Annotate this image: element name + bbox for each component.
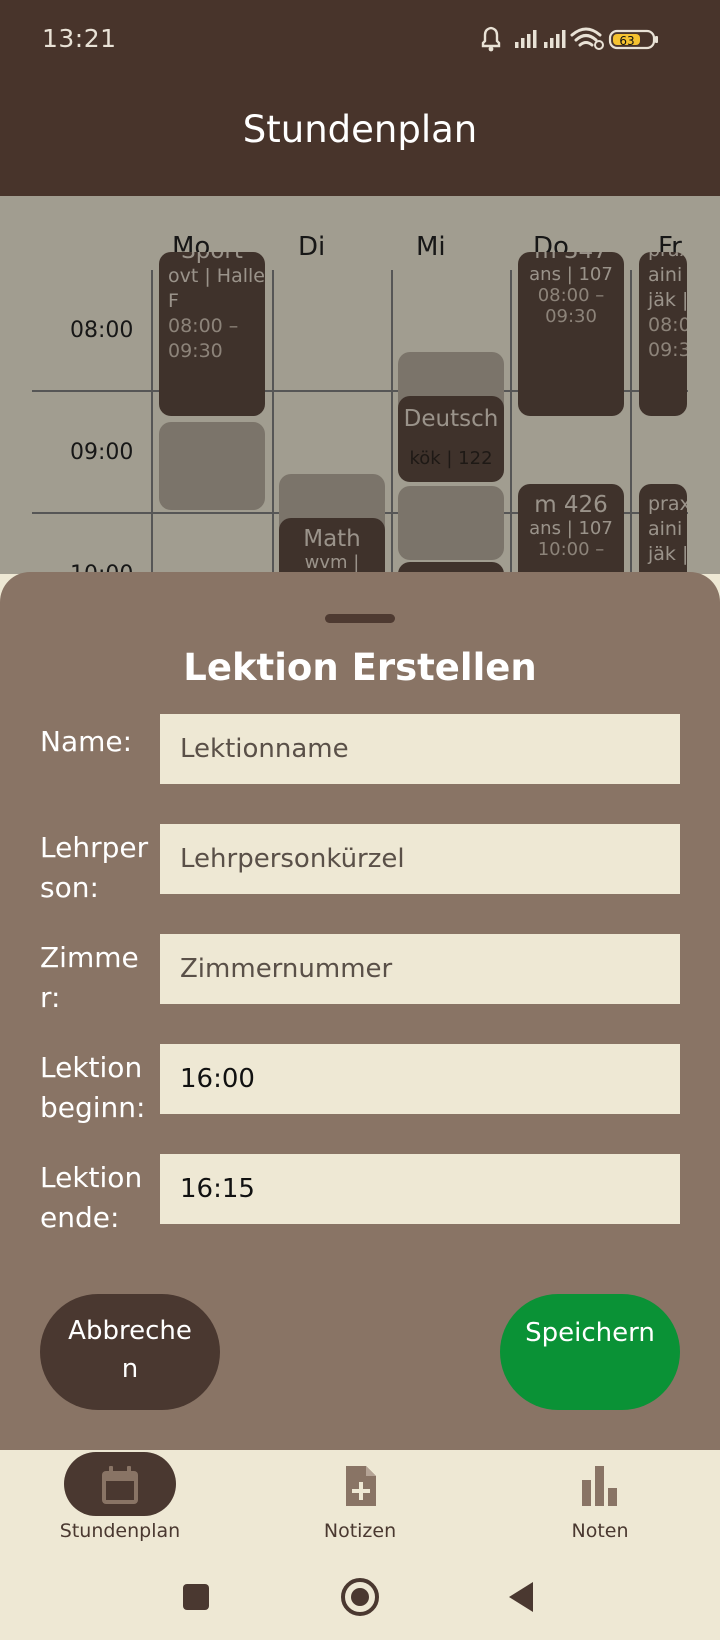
battery-level: 63 (619, 34, 634, 48)
bar-chart-icon (582, 1466, 617, 1506)
status-icons: 63 (481, 26, 658, 52)
nav-label: Noten (571, 1520, 629, 1542)
signal-icon (544, 30, 566, 48)
nav-item-stundenplan[interactable]: Stundenplan (0, 1450, 240, 1560)
alarm-icon (481, 26, 501, 52)
name-input[interactable] (160, 714, 680, 784)
nav-label: Notizen (323, 1520, 397, 1542)
save-button[interactable]: Speichern (500, 1294, 680, 1410)
room-label: Zimmer: (40, 941, 139, 1014)
name-label: Name: (40, 725, 133, 758)
cancel-button-label: Abbrechen (68, 1316, 192, 1384)
back-icon[interactable] (497, 1572, 547, 1622)
end-time-input[interactable] (160, 1154, 680, 1224)
start-time-input[interactable] (160, 1044, 680, 1114)
save-button-label: Speichern (525, 1318, 655, 1348)
recent-apps-icon[interactable] (171, 1572, 221, 1622)
bottom-nav: Stundenplan Notizen Noten (0, 1450, 720, 1640)
drag-handle[interactable] (325, 614, 395, 623)
page-title: Stundenplan (242, 108, 478, 151)
room-input[interactable] (160, 934, 680, 1004)
nav-item-noten[interactable]: Noten (480, 1450, 720, 1560)
nav-label: Stundenplan (59, 1520, 181, 1542)
teacher-input[interactable] (160, 824, 680, 894)
create-lesson-sheet: Lektion Erstellen Name: Lehrperson: Zimm… (0, 572, 720, 1450)
home-icon[interactable] (335, 1572, 385, 1622)
cancel-button[interactable]: Abbrechen (40, 1294, 220, 1410)
sheet-title: Lektion Erstellen (183, 646, 537, 689)
nav-item-notizen[interactable]: Notizen (240, 1450, 480, 1560)
top-bar: 13:21 63 Stundenplan (0, 0, 720, 196)
note-add-icon (346, 1466, 376, 1506)
teacher-label: Lehrperson: (40, 831, 149, 904)
battery-icon: 63 (608, 29, 658, 50)
signal-icon (515, 30, 537, 48)
start-time-label: Lektion beginn: (40, 1051, 146, 1124)
status-time: 13:21 (42, 24, 117, 53)
calendar-icon (102, 1466, 138, 1504)
end-time-label: Lektion ende: (40, 1161, 143, 1234)
modal-scrim[interactable] (0, 196, 720, 574)
wifi-icon (570, 27, 604, 50)
